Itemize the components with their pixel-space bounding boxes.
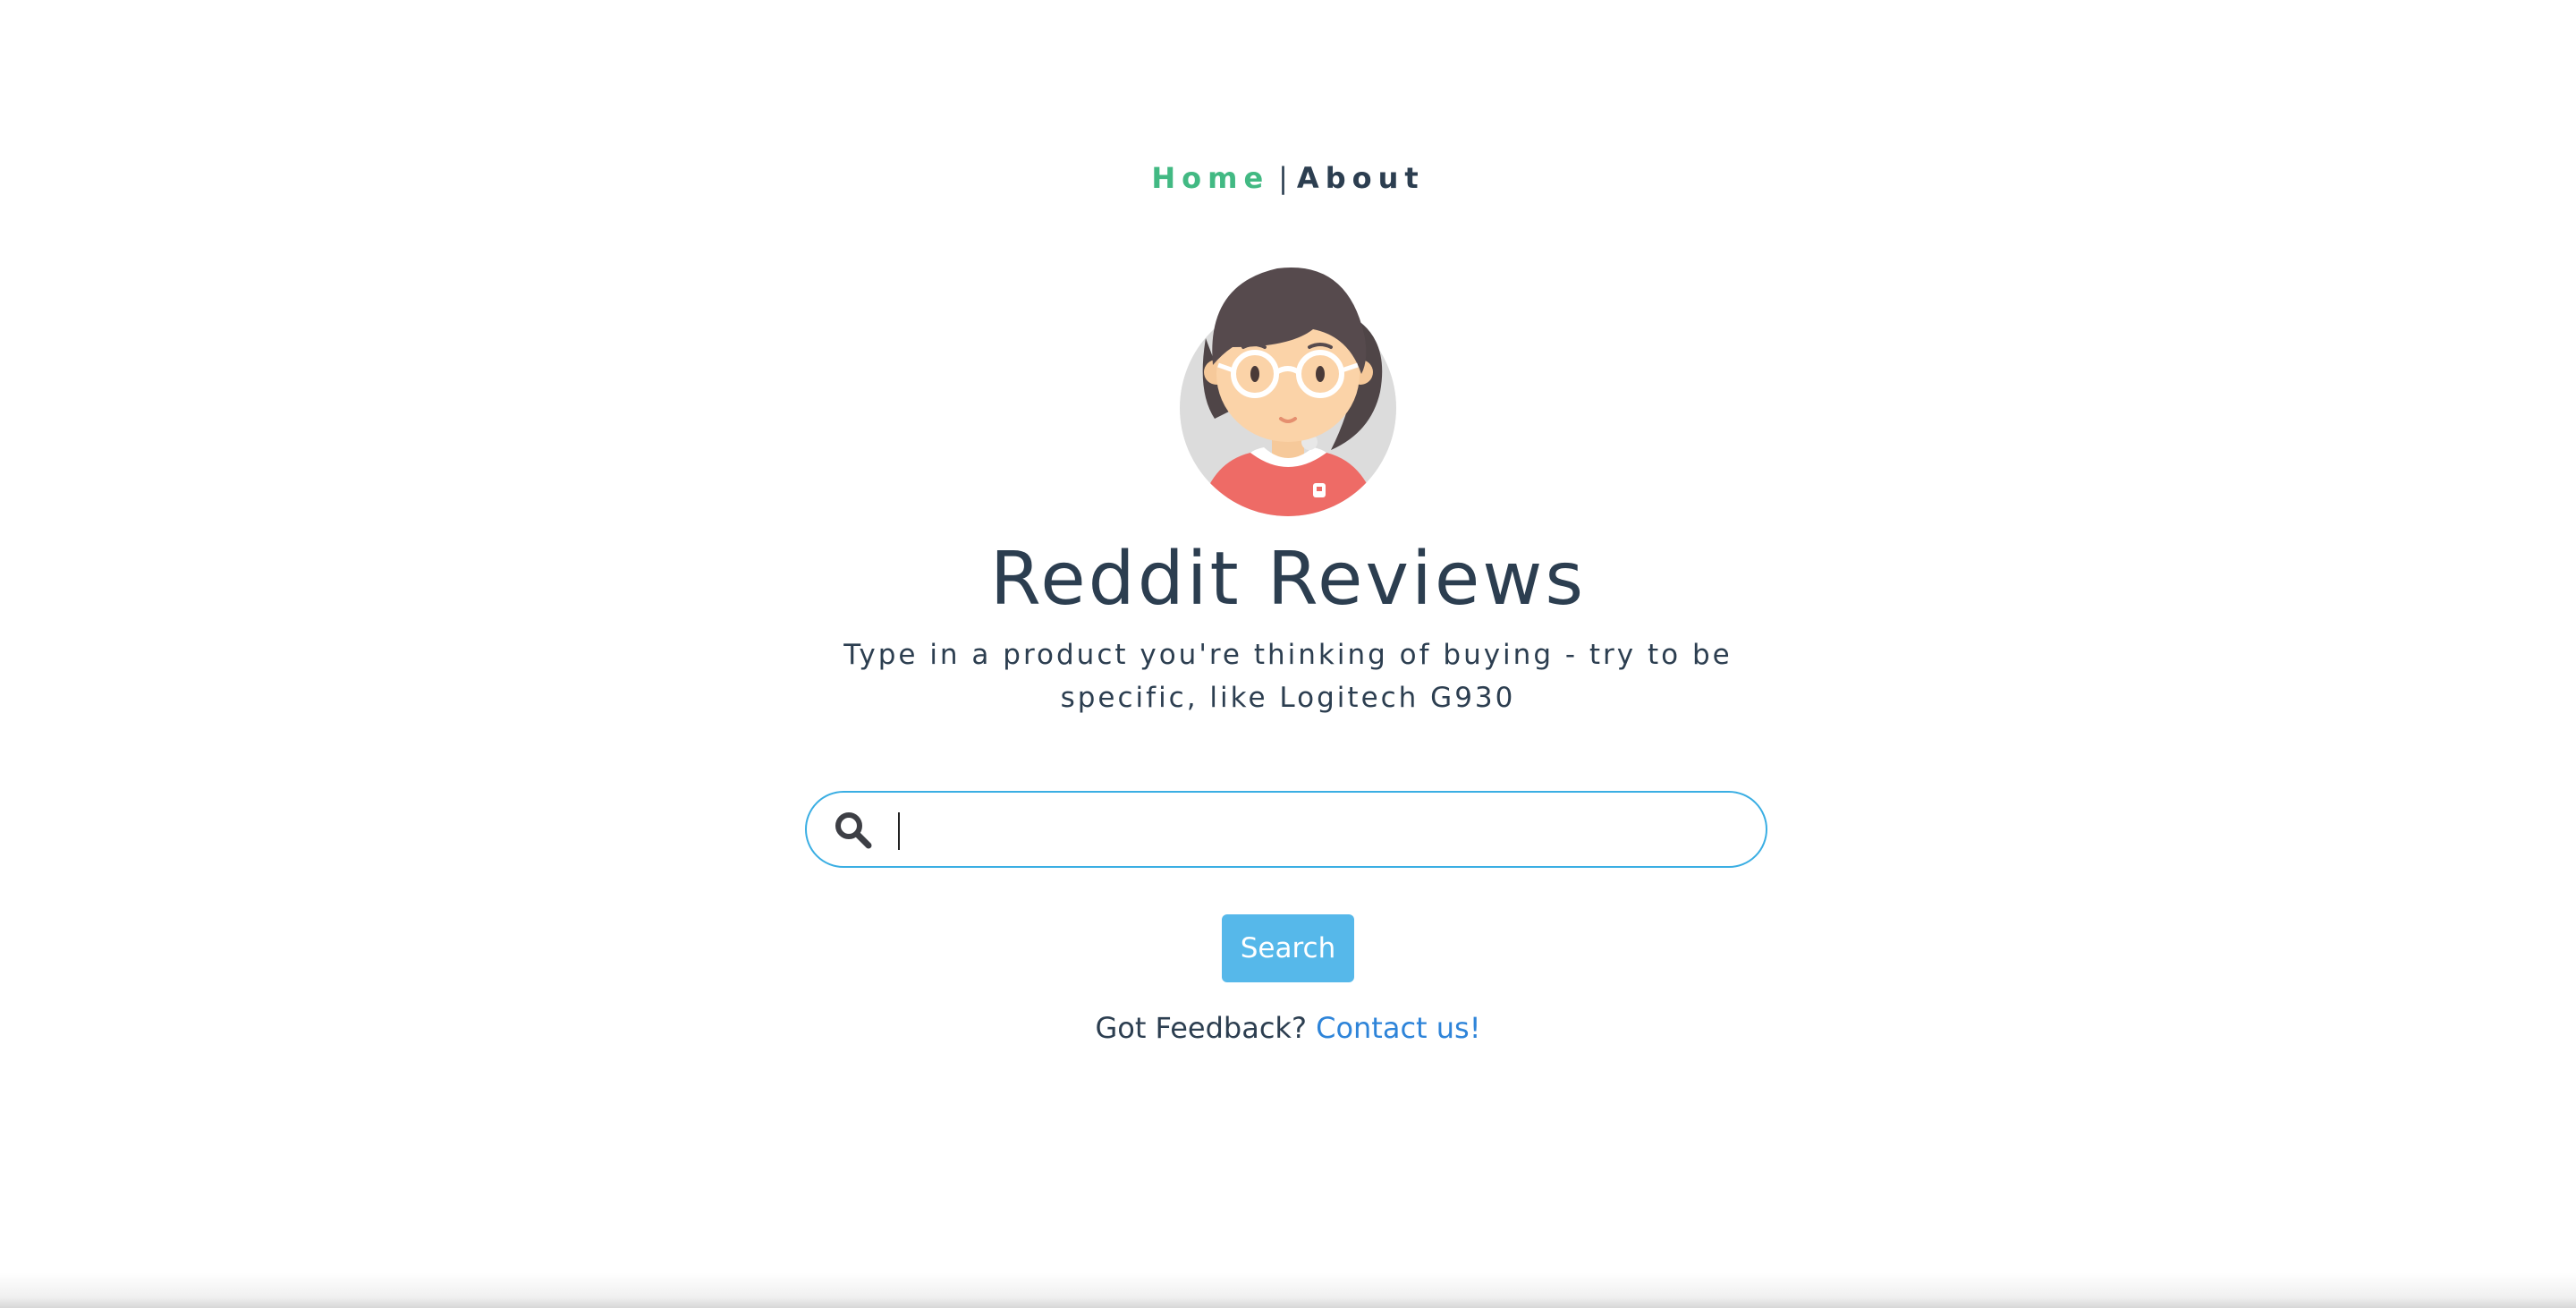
search-box[interactable] — [805, 791, 1767, 868]
search-icon — [835, 812, 872, 849]
feedback-text: Got Feedback? — [1095, 1011, 1307, 1045]
search-button[interactable]: Search — [1222, 914, 1354, 982]
feedback-line: Got Feedback? Contact us! — [0, 1011, 2576, 1045]
search-input[interactable] — [894, 802, 1735, 857]
page-subtitle: Type in a product you're thinking of buy… — [843, 639, 1733, 714]
nav-about-link[interactable]: About — [1297, 161, 1425, 195]
text-caret — [898, 812, 900, 850]
avatar — [1180, 267, 1396, 516]
window-bottom-shadow — [0, 1272, 2576, 1308]
page: Home | About Reddit Reviews Type in a pr… — [0, 0, 2576, 1308]
nav-home-link[interactable]: Home — [1151, 161, 1269, 195]
nav-separator: | — [1278, 161, 1288, 195]
page-title: Reddit Reviews — [989, 537, 1587, 622]
top-nav: Home | About — [0, 161, 2576, 195]
contact-us-link[interactable]: Contact us! — [1316, 1011, 1480, 1045]
